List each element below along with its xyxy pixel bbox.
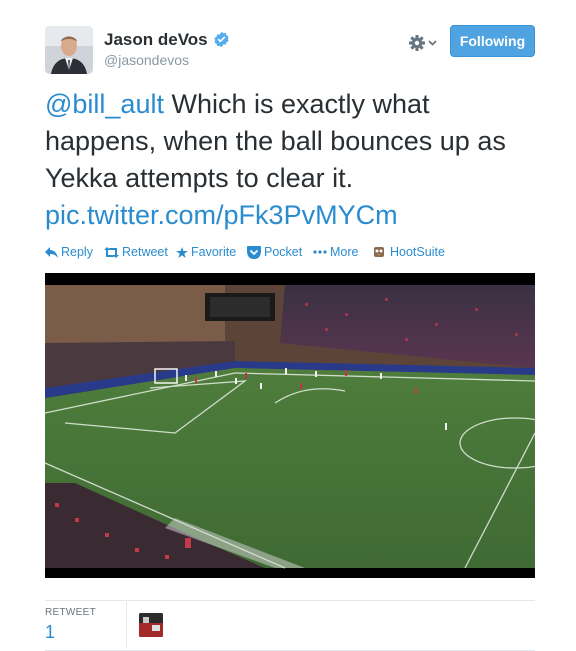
avatar[interactable] xyxy=(45,26,93,74)
more-action[interactable]: More xyxy=(313,245,358,259)
reply-action[interactable]: Reply xyxy=(45,245,93,259)
favorite-label: Favorite xyxy=(191,245,237,259)
gear-icon xyxy=(409,35,437,51)
following-button[interactable]: Following xyxy=(450,25,535,57)
reply-icon xyxy=(45,246,58,258)
tweet-card: Jason deVos @jasondevos Following @bill_… xyxy=(0,0,576,651)
retweet-action[interactable]: Retweet xyxy=(104,245,168,259)
pocket-icon xyxy=(247,245,261,259)
hootsuite-action[interactable]: HootSuite xyxy=(373,245,445,259)
more-dots-icon xyxy=(313,250,327,254)
retweet-stat-label: RETWEET xyxy=(45,607,96,618)
retweet-icon xyxy=(104,246,119,258)
author-name[interactable]: Jason deVos xyxy=(104,30,230,50)
stats-vertical-divider xyxy=(126,602,127,648)
more-label: More xyxy=(330,245,359,259)
retweeter-avatar[interactable] xyxy=(139,613,163,637)
author-handle[interactable]: @jasondevos xyxy=(104,52,189,68)
reply-label: Reply xyxy=(61,245,93,259)
favorite-action[interactable]: Favorite xyxy=(176,245,236,259)
pocket-action[interactable]: Pocket xyxy=(247,245,302,259)
media-photo[interactable] xyxy=(45,273,535,578)
soccer-stadium-image xyxy=(45,273,535,578)
retweet-stat-count[interactable]: 1 xyxy=(45,622,55,643)
hootsuite-owl-icon xyxy=(374,247,384,257)
tweet-text: @bill_ault Which is exactly what happens… xyxy=(45,86,545,234)
retweet-label: Retweet xyxy=(122,245,168,259)
hootsuite-label: HootSuite xyxy=(390,245,445,259)
stats-divider xyxy=(45,600,535,601)
pocket-label: Pocket xyxy=(264,245,303,259)
user-actions-dropdown[interactable] xyxy=(408,33,440,53)
mention-link[interactable]: @bill_ault xyxy=(45,89,164,119)
media-link[interactable]: pic.twitter.com/pFk3PvMYCm xyxy=(45,200,398,230)
star-icon xyxy=(176,246,188,258)
author-name-text[interactable]: Jason deVos xyxy=(104,30,208,49)
verified-badge-icon xyxy=(214,31,229,48)
